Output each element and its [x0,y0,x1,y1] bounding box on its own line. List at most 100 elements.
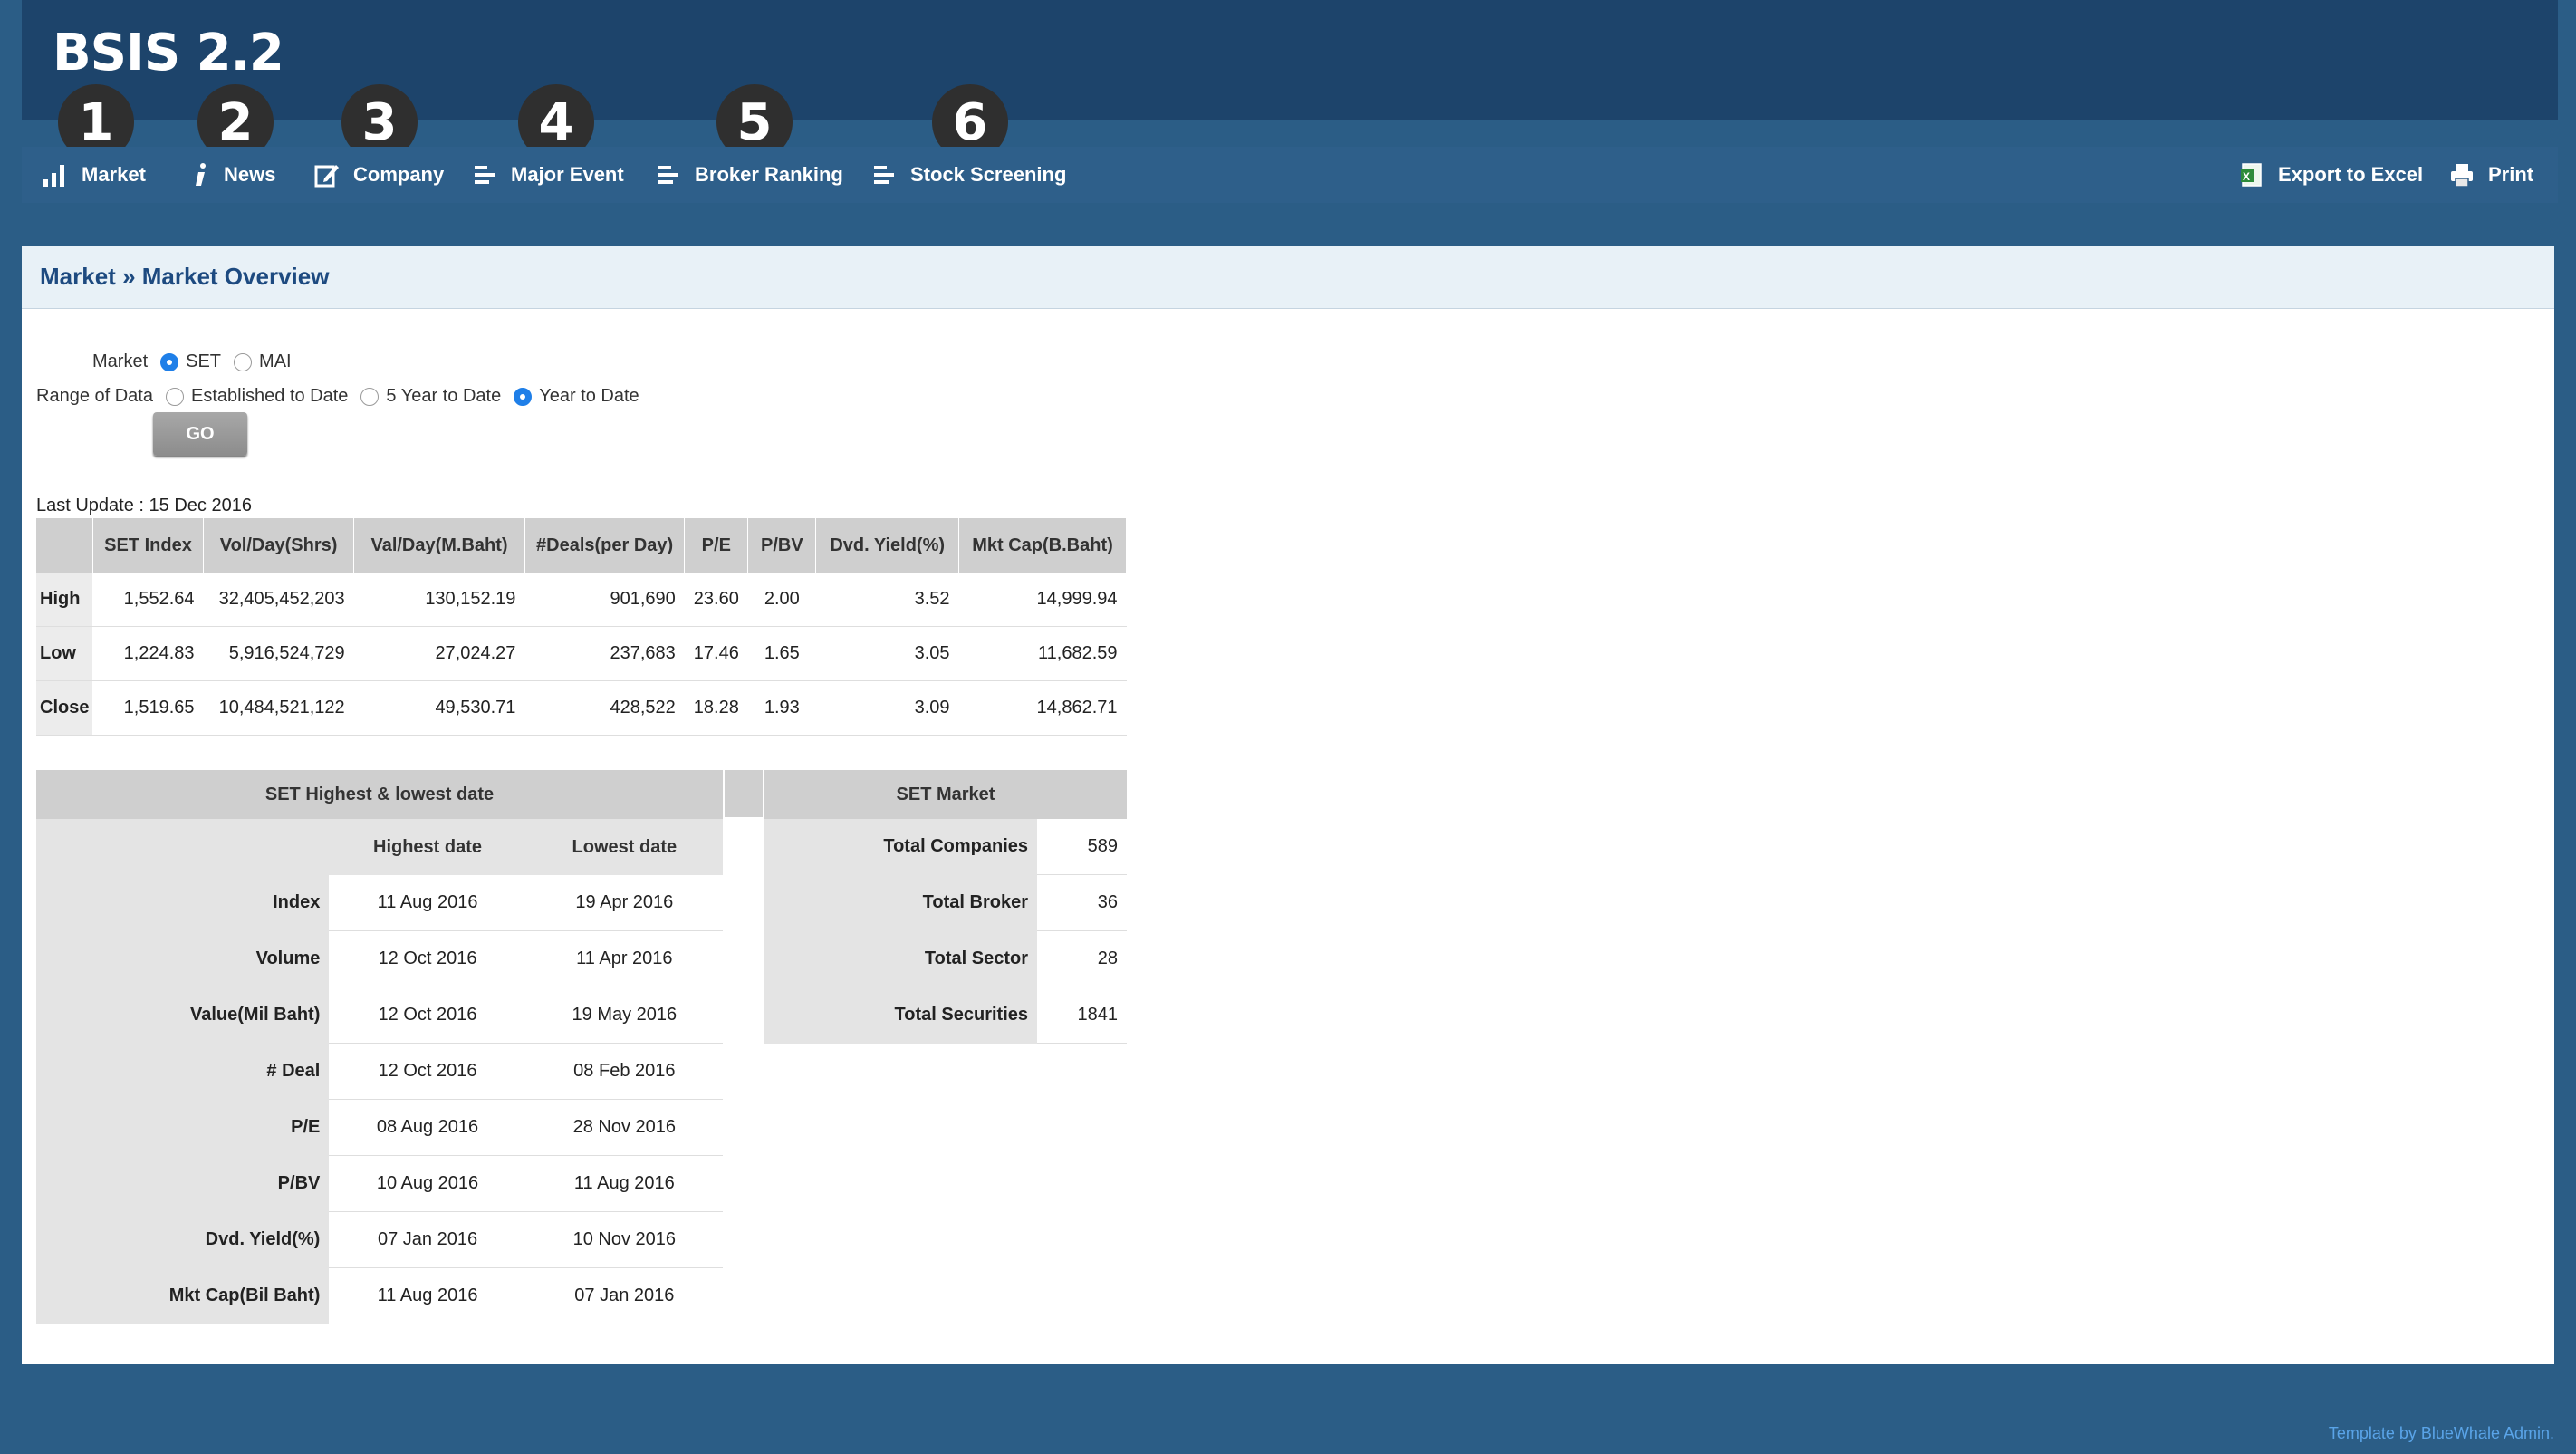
nav-company-label: Company [353,163,445,186]
range-option-established: Established to Date [190,386,349,406]
print-button[interactable]: Print [2448,147,2533,203]
table-cell: 1841 [1037,987,1127,1044]
export-excel-button[interactable]: X Export to Excel [2238,147,2423,203]
nav-broker-ranking[interactable]: Broker Ranking [657,147,843,203]
breadcrumb-page: Market Overview [141,263,330,290]
table-cell: 14,999.94 [958,573,1127,627]
table-cell: 19 Apr 2016 [525,875,723,931]
table-cell: 1,224.83 [92,626,204,681]
table-row: Value(Mil Baht) 12 Oct 2016 19 May 2016 [36,987,723,1044]
table-spacer [723,770,764,817]
table-header: Highest date [329,819,526,875]
table-cell: 1.93 [747,680,816,736]
table-header-row: SET Index Vol/Day(Shrs) Val/Day(M.Baht) … [36,518,1127,573]
table-cell: 07 Jan 2016 [329,1211,526,1268]
table-header-row: SET Highest & lowest date [36,770,723,819]
table-header: #Deals(per Day) [524,518,686,573]
table-cell: 901,690 [524,573,685,627]
table-row: P/BV 10 Aug 2016 11 Aug 2016 [36,1155,723,1212]
nav-major-event-label: Major Event [511,163,624,186]
table-cell: 12 Oct 2016 [329,1043,526,1100]
table-cell: 428,522 [524,680,685,736]
nav-stock-screening-label: Stock Screening [910,163,1067,186]
table-cell: 10 Nov 2016 [525,1211,723,1268]
summary-table: SET Index Vol/Day(Shrs) Val/Day(M.Baht) … [36,518,1127,736]
table-cell: 11 Aug 2016 [329,875,526,931]
list-icon [874,166,894,184]
table-cell: 589 [1037,819,1127,875]
table-cell: 28 Nov 2016 [525,1099,723,1156]
table-row: Volume 12 Oct 2016 11 Apr 2016 [36,930,723,987]
table-subheader-row: Highest date Lowest date [36,819,723,875]
table-cell: 32,405,452,203 [203,573,354,627]
table-cell: 36 [1037,874,1127,931]
table-cell: 10,484,521,122 [203,680,354,736]
table-cell: 1,552.64 [92,573,204,627]
table-cell: 23.60 [684,573,748,627]
table-cell: 17.46 [684,626,748,681]
table-cell: 5,916,524,729 [203,626,354,681]
market-radio-mai[interactable] [234,352,253,371]
range-radio-established[interactable] [165,387,184,406]
table-cell: 08 Aug 2016 [329,1099,526,1156]
table-row: Total Broker 36 [764,874,1127,931]
nav-market[interactable]: Market [42,147,146,203]
table-row: # Deal 12 Oct 2016 08 Feb 2016 [36,1043,723,1100]
list-icon [475,166,495,184]
go-button[interactable]: GO [153,412,247,456]
market-radio-set[interactable] [160,352,179,371]
table-cell: 3.05 [815,626,959,681]
row-label: Low [36,626,93,681]
table-cell: 07 Jan 2016 [525,1267,723,1324]
info-icon [196,163,206,186]
table-header-blank [36,819,330,875]
table-row: High 1,552.64 32,405,452,203 130,152.19 … [36,573,1127,627]
breadcrumb-separator: » [122,263,136,290]
row-label: Total Broker [764,874,1037,931]
table-cell: 11 Aug 2016 [525,1155,723,1212]
main-navbar: Market News Company Major Event Broker R… [22,147,2558,203]
table-cell: 11 Aug 2016 [329,1267,526,1324]
nav-stock-screening[interactable]: Stock Screening [872,147,1066,203]
nav-broker-ranking-label: Broker Ranking [695,163,843,186]
nav-market-label: Market [82,163,146,186]
table-header: P/BV [747,518,817,573]
app-title: BSIS 2.2 [53,24,284,82]
range-radio-ytd[interactable] [514,387,533,406]
row-label: Total Companies [764,819,1037,875]
table-cell: 27,024.27 [353,626,525,681]
market-label: Market [92,351,149,371]
row-label: P/E [36,1099,330,1156]
table-header [36,518,93,573]
edit-icon [314,165,339,188]
table-cell: 3.52 [815,573,959,627]
nav-news[interactable]: News [189,147,275,203]
table-header: Vol/Day(Shrs) [203,518,355,573]
table-row: Close 1,519.65 10,484,521,122 49,530.71 … [36,680,1127,736]
table-cell: 11 Apr 2016 [525,930,723,987]
table-cell: 11,682.59 [958,626,1127,681]
table-cell: 28 [1037,930,1127,987]
nav-major-event[interactable]: Major Event [473,147,624,203]
range-option-ytd: Year to Date [539,386,639,406]
bar-chart-icon [43,165,64,187]
row-label: Volume [36,930,330,987]
breadcrumb: Market » Market Overview [40,263,329,291]
table-header: SET Index [92,518,205,573]
range-label: Range of Data [36,386,153,406]
row-label: Mkt Cap(Bil Baht) [36,1267,330,1324]
excel-icon: X [2241,163,2262,187]
last-update: Last Update : 15 Dec 2016 [36,496,252,515]
table-cell: 08 Feb 2016 [525,1043,723,1100]
table-cell: 19 May 2016 [525,987,723,1044]
range-radio-5year[interactable] [360,387,380,406]
breadcrumb-section[interactable]: Market [40,263,116,290]
set-market-table: SET Market Total Companies 589 Total Brok… [764,770,1127,1044]
row-label: Dvd. Yield(%) [36,1211,330,1268]
table-header: Mkt Cap(B.Baht) [958,518,1127,573]
table-cell: 2.00 [747,573,816,627]
footer-credit[interactable]: Template by BlueWhale Admin. [2329,1424,2554,1443]
table-row: Total Securities 1841 [764,987,1127,1044]
nav-company[interactable]: Company [313,147,444,203]
market-option-set: SET [186,351,222,371]
